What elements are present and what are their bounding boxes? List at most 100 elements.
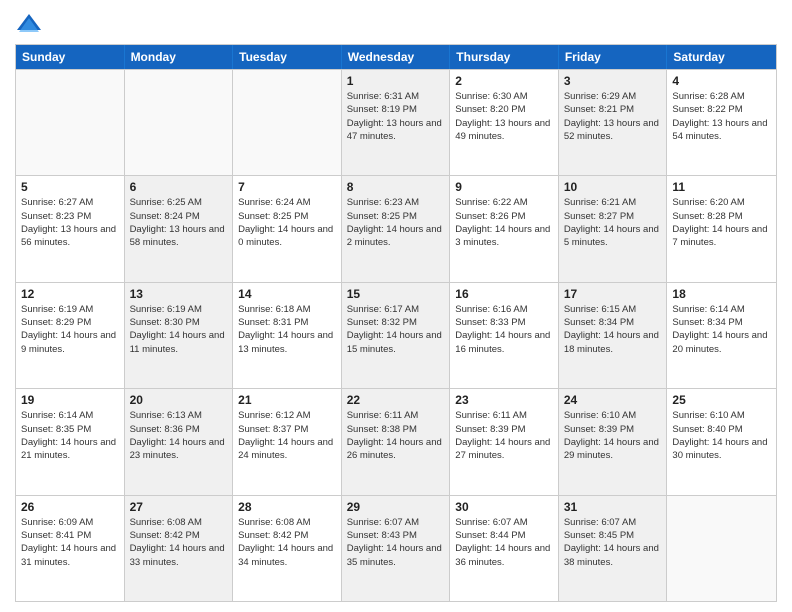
day-info: Sunrise: 6:08 AM Sunset: 8:42 PM Dayligh…	[238, 516, 336, 569]
day-header-thursday: Thursday	[450, 45, 559, 69]
logo	[15, 10, 47, 38]
day-info: Sunrise: 6:27 AM Sunset: 8:23 PM Dayligh…	[21, 196, 119, 249]
day-number: 31	[564, 500, 662, 514]
logo-icon	[15, 10, 43, 38]
day-cell-empty-0-2	[233, 70, 342, 175]
day-number: 22	[347, 393, 445, 407]
day-cell-20: 20 Sunrise: 6:13 AM Sunset: 8:36 PM Dayli…	[125, 389, 234, 494]
day-cell-5: 5Sunrise: 6:27 AM Sunset: 8:23 PM Daylig…	[16, 176, 125, 281]
day-info: Sunrise: 6:11 AM Sunset: 8:38 PM Dayligh…	[347, 409, 445, 462]
day-cell-15: 15Sunrise: 6:17 AM Sunset: 8:32 PM Dayli…	[342, 283, 451, 388]
day-number: 1	[347, 74, 445, 88]
day-number: 2	[455, 74, 553, 88]
day-info: Sunrise: 6:12 AM Sunset: 8:37 PM Dayligh…	[238, 409, 336, 462]
day-info: Sunrise: 6:21 AM Sunset: 8:27 PM Dayligh…	[564, 196, 662, 249]
day-info: Sunrise: 6:07 AM Sunset: 8:43 PM Dayligh…	[347, 516, 445, 569]
day-number: 13	[130, 287, 228, 301]
day-number: 20	[130, 393, 228, 407]
day-header-monday: Monday	[125, 45, 234, 69]
calendar-row-1: 5Sunrise: 6:27 AM Sunset: 8:23 PM Daylig…	[16, 175, 776, 281]
day-cell-21: 21 Sunrise: 6:12 AM Sunset: 8:37 PM Dayli…	[233, 389, 342, 494]
day-cell-2: 2 Sunrise: 6:30 AM Sunset: 8:20 PM Daylig…	[450, 70, 559, 175]
day-number: 19	[21, 393, 119, 407]
day-cell-10: 10 Sunrise: 6:21 AM Sunset: 8:27 PM Dayli…	[559, 176, 668, 281]
day-cell-1: 1 Sunrise: 6:31 AM Sunset: 8:19 PM Daylig…	[342, 70, 451, 175]
day-cell-13: 13 Sunrise: 6:19 AM Sunset: 8:30 PM Dayli…	[125, 283, 234, 388]
day-info: Sunrise: 6:14 AM Sunset: 8:34 PM Dayligh…	[672, 303, 771, 356]
day-cell-12: 12 Sunrise: 6:19 AM Sunset: 8:29 PM Dayli…	[16, 283, 125, 388]
day-number: 28	[238, 500, 336, 514]
day-info: Sunrise: 6:08 AM Sunset: 8:42 PM Dayligh…	[130, 516, 228, 569]
day-number: 11	[672, 180, 771, 194]
day-info: Sunrise: 6:07 AM Sunset: 8:45 PM Dayligh…	[564, 516, 662, 569]
day-info: Sunrise: 6:23 AM Sunset: 8:25 PM Dayligh…	[347, 196, 445, 249]
day-cell-6: 6Sunrise: 6:25 AM Sunset: 8:24 PM Daylig…	[125, 176, 234, 281]
day-number: 21	[238, 393, 336, 407]
day-info: Sunrise: 6:20 AM Sunset: 8:28 PM Dayligh…	[672, 196, 771, 249]
calendar-header: SundayMondayTuesdayWednesdayThursdayFrid…	[16, 45, 776, 69]
day-cell-22: 22 Sunrise: 6:11 AM Sunset: 8:38 PM Dayli…	[342, 389, 451, 494]
day-number: 14	[238, 287, 336, 301]
calendar-row-4: 26 Sunrise: 6:09 AM Sunset: 8:41 PM Dayli…	[16, 495, 776, 601]
day-info: Sunrise: 6:31 AM Sunset: 8:19 PM Dayligh…	[347, 90, 445, 143]
day-cell-16: 16 Sunrise: 6:16 AM Sunset: 8:33 PM Dayli…	[450, 283, 559, 388]
day-number: 23	[455, 393, 553, 407]
calendar-row-3: 19Sunrise: 6:14 AM Sunset: 8:35 PM Dayli…	[16, 388, 776, 494]
day-header-tuesday: Tuesday	[233, 45, 342, 69]
page: SundayMondayTuesdayWednesdayThursdayFrid…	[0, 0, 792, 612]
day-number: 6	[130, 180, 228, 194]
day-cell-30: 30Sunrise: 6:07 AM Sunset: 8:44 PM Dayli…	[450, 496, 559, 601]
day-number: 16	[455, 287, 553, 301]
day-number: 27	[130, 500, 228, 514]
day-number: 25	[672, 393, 771, 407]
day-number: 4	[672, 74, 771, 88]
day-cell-17: 17Sunrise: 6:15 AM Sunset: 8:34 PM Dayli…	[559, 283, 668, 388]
day-number: 8	[347, 180, 445, 194]
day-cell-4: 4 Sunrise: 6:28 AM Sunset: 8:22 PM Daylig…	[667, 70, 776, 175]
day-header-saturday: Saturday	[667, 45, 776, 69]
day-info: Sunrise: 6:30 AM Sunset: 8:20 PM Dayligh…	[455, 90, 553, 143]
day-number: 24	[564, 393, 662, 407]
day-cell-8: 8 Sunrise: 6:23 AM Sunset: 8:25 PM Daylig…	[342, 176, 451, 281]
day-info: Sunrise: 6:16 AM Sunset: 8:33 PM Dayligh…	[455, 303, 553, 356]
day-info: Sunrise: 6:09 AM Sunset: 8:41 PM Dayligh…	[21, 516, 119, 569]
day-info: Sunrise: 6:19 AM Sunset: 8:29 PM Dayligh…	[21, 303, 119, 356]
day-number: 18	[672, 287, 771, 301]
day-cell-19: 19Sunrise: 6:14 AM Sunset: 8:35 PM Dayli…	[16, 389, 125, 494]
day-number: 30	[455, 500, 553, 514]
day-cell-empty-0-0	[16, 70, 125, 175]
day-cell-25: 25Sunrise: 6:10 AM Sunset: 8:40 PM Dayli…	[667, 389, 776, 494]
day-cell-3: 3Sunrise: 6:29 AM Sunset: 8:21 PM Daylig…	[559, 70, 668, 175]
day-cell-26: 26 Sunrise: 6:09 AM Sunset: 8:41 PM Dayli…	[16, 496, 125, 601]
day-number: 17	[564, 287, 662, 301]
day-info: Sunrise: 6:22 AM Sunset: 8:26 PM Dayligh…	[455, 196, 553, 249]
day-header-friday: Friday	[559, 45, 668, 69]
day-info: Sunrise: 6:18 AM Sunset: 8:31 PM Dayligh…	[238, 303, 336, 356]
day-number: 29	[347, 500, 445, 514]
calendar-row-0: 1 Sunrise: 6:31 AM Sunset: 8:19 PM Daylig…	[16, 69, 776, 175]
day-cell-27: 27 Sunrise: 6:08 AM Sunset: 8:42 PM Dayli…	[125, 496, 234, 601]
day-cell-empty-0-1	[125, 70, 234, 175]
day-info: Sunrise: 6:28 AM Sunset: 8:22 PM Dayligh…	[672, 90, 771, 143]
day-info: Sunrise: 6:29 AM Sunset: 8:21 PM Dayligh…	[564, 90, 662, 143]
calendar-body: 1 Sunrise: 6:31 AM Sunset: 8:19 PM Daylig…	[16, 69, 776, 601]
day-info: Sunrise: 6:13 AM Sunset: 8:36 PM Dayligh…	[130, 409, 228, 462]
day-cell-23: 23Sunrise: 6:11 AM Sunset: 8:39 PM Dayli…	[450, 389, 559, 494]
day-number: 10	[564, 180, 662, 194]
day-number: 26	[21, 500, 119, 514]
day-number: 15	[347, 287, 445, 301]
day-cell-18: 18 Sunrise: 6:14 AM Sunset: 8:34 PM Dayli…	[667, 283, 776, 388]
day-cell-14: 14 Sunrise: 6:18 AM Sunset: 8:31 PM Dayli…	[233, 283, 342, 388]
day-cell-7: 7Sunrise: 6:24 AM Sunset: 8:25 PM Daylig…	[233, 176, 342, 281]
day-cell-31: 31 Sunrise: 6:07 AM Sunset: 8:45 PM Dayli…	[559, 496, 668, 601]
day-number: 7	[238, 180, 336, 194]
day-cell-empty-4-6	[667, 496, 776, 601]
day-cell-9: 9Sunrise: 6:22 AM Sunset: 8:26 PM Daylig…	[450, 176, 559, 281]
day-number: 12	[21, 287, 119, 301]
day-info: Sunrise: 6:19 AM Sunset: 8:30 PM Dayligh…	[130, 303, 228, 356]
calendar-row-2: 12 Sunrise: 6:19 AM Sunset: 8:29 PM Dayli…	[16, 282, 776, 388]
day-header-wednesday: Wednesday	[342, 45, 451, 69]
day-cell-11: 11 Sunrise: 6:20 AM Sunset: 8:28 PM Dayli…	[667, 176, 776, 281]
calendar: SundayMondayTuesdayWednesdayThursdayFrid…	[15, 44, 777, 602]
day-header-sunday: Sunday	[16, 45, 125, 69]
